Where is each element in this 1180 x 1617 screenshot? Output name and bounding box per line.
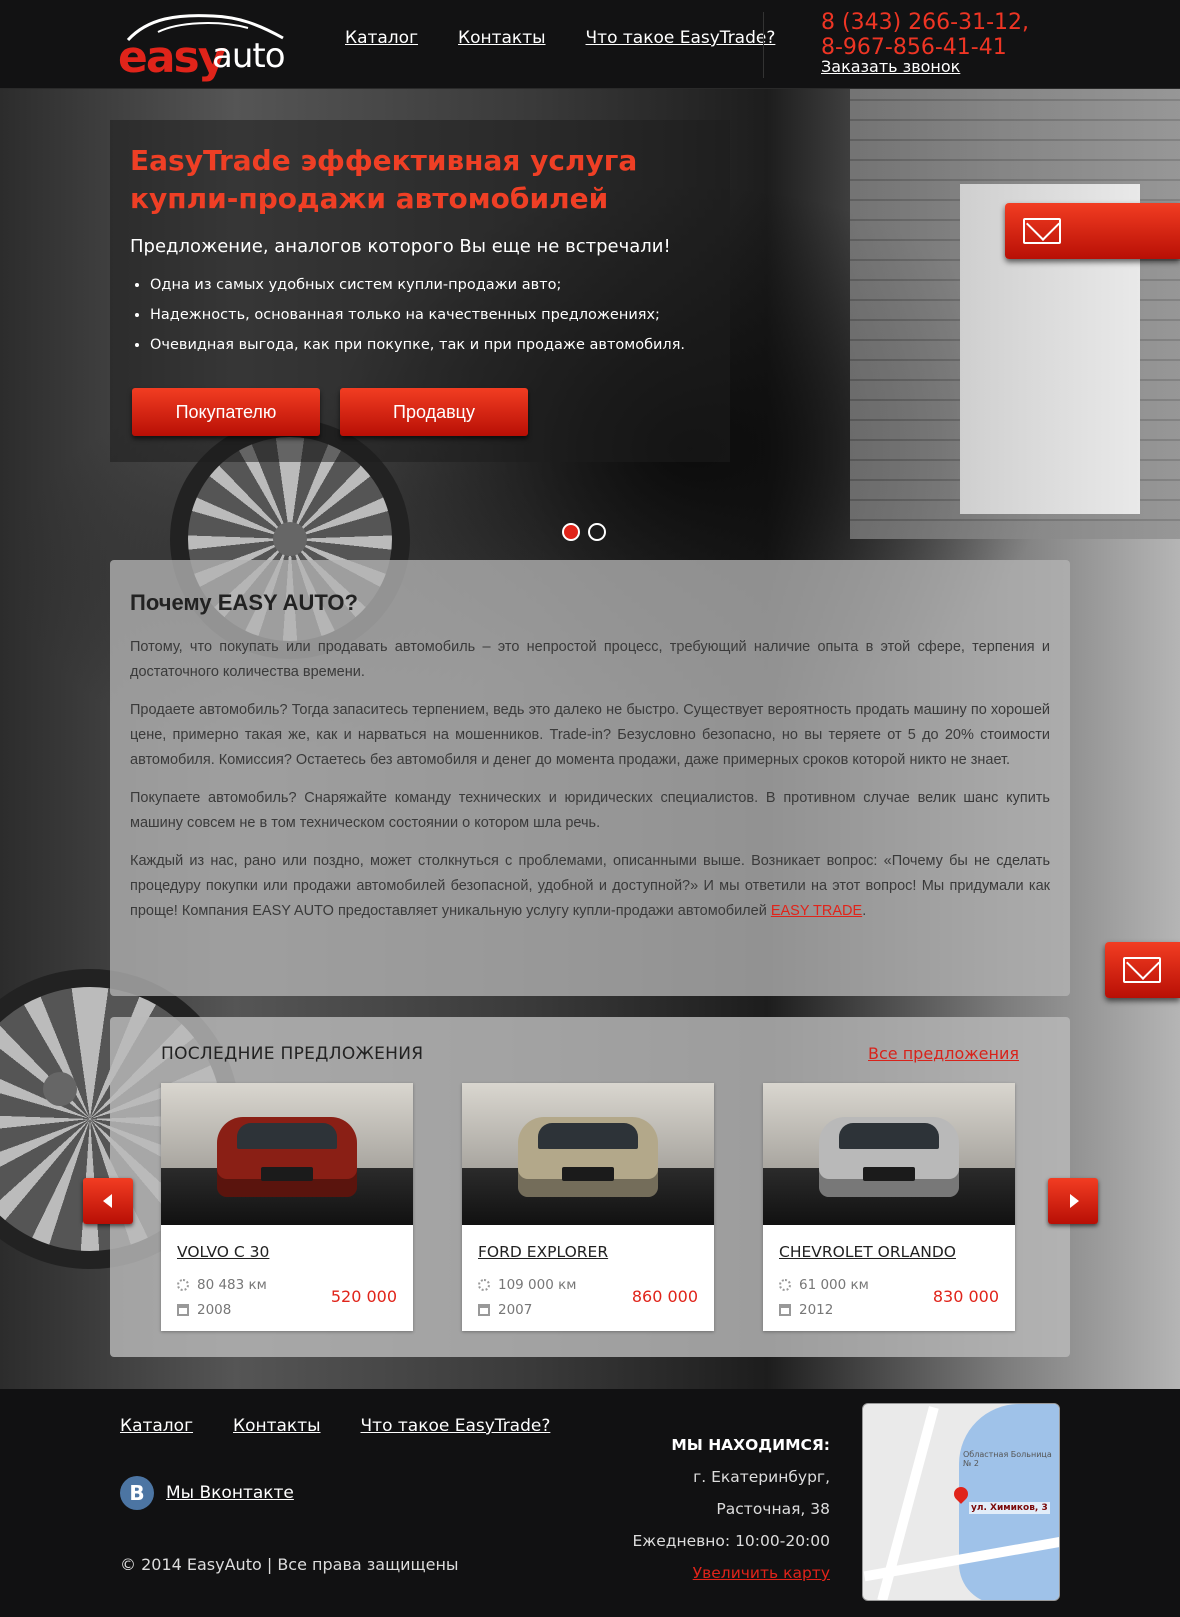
hero-bullets: Одна из самых удобных систем купли-прода…	[130, 275, 710, 355]
logo-auto: auto	[212, 36, 286, 76]
why-title: Почему EASY AUTO?	[130, 590, 358, 615]
footer-nav-catalog[interactable]: Каталог	[120, 1416, 193, 1436]
car-price: 520 000	[330, 1287, 397, 1306]
vk-icon[interactable]: В	[120, 1476, 154, 1510]
why-paragraph: Продаете автомобиль? Тогда запаситесь те…	[130, 702, 1050, 768]
car-mileage-value: 61 000 км	[799, 1277, 869, 1293]
car-name[interactable]: FORD EXPLORER	[478, 1243, 608, 1261]
footer-nav: Каталог Контакты Что такое EasyTrade?	[120, 1416, 550, 1436]
hero-bullet: Очевидная выгода, как при покупке, так и…	[150, 335, 710, 355]
enlarge-map-link[interactable]: Увеличить карту	[693, 1564, 830, 1582]
car-mileage: 80 483 км	[177, 1277, 267, 1293]
logo[interactable]: easy auto	[118, 10, 288, 83]
footer-nav-contacts[interactable]: Контакты	[233, 1416, 321, 1436]
why-paragraph-last: Каждый из нас, рано или поздно, может ст…	[130, 849, 1050, 924]
buyer-button[interactable]: Покупателю	[132, 388, 320, 436]
car-photo[interactable]	[161, 1083, 413, 1225]
logo-easy: easy	[118, 32, 226, 83]
car-grille	[562, 1167, 614, 1181]
callback-link[interactable]: Заказать звонок	[821, 57, 960, 76]
vk-link[interactable]: В Мы Вконтакте	[120, 1476, 294, 1510]
car-name[interactable]: VOLVO C 30	[177, 1243, 269, 1261]
speedometer-icon	[177, 1279, 189, 1291]
nav-easytrade[interactable]: Что такое EasyTrade?	[586, 28, 776, 48]
feedback-mail-tab[interactable]	[1005, 203, 1180, 259]
vk-link-label[interactable]: Мы Вконтакте	[166, 1483, 294, 1503]
slider-dot[interactable]	[588, 523, 606, 541]
car-photo[interactable]	[462, 1083, 714, 1225]
mail-icon	[1023, 218, 1061, 244]
hero-subtitle: Предложение, аналогов которого Вы еще не…	[130, 236, 671, 257]
car-price: 830 000	[932, 1287, 999, 1306]
phone-1: 8 (343) 266-31-12,	[821, 10, 1029, 35]
car-mileage: 109 000 км	[478, 1277, 576, 1293]
car-windshield	[839, 1123, 939, 1149]
mail-icon	[1123, 957, 1161, 983]
address-label: МЫ НАХОДИМСЯ:	[671, 1436, 830, 1454]
hero-title: EasyTrade эффективная услуга купли-прода…	[130, 144, 638, 215]
address-block: МЫ НАХОДИМСЯ: г. Екатеринбург, Расточная…	[632, 1429, 830, 1589]
address-line: Ежедневно: 10:00-20:00	[632, 1532, 830, 1550]
car-year-value: 2007	[498, 1302, 533, 1318]
car-price: 860 000	[631, 1287, 698, 1306]
map-place-label: Областная Больница № 2	[963, 1450, 1052, 1468]
carousel-next-button[interactable]	[1048, 1178, 1098, 1224]
why-paragraph-last-text: Каждый из нас, рано или поздно, может ст…	[130, 853, 1050, 919]
calendar-icon	[779, 1304, 791, 1316]
car-mileage: 61 000 км	[779, 1277, 869, 1293]
hero-bullet: Надежность, основанная только на качеств…	[150, 305, 710, 325]
car-card[interactable]: FORD EXPLORER 109 000 км 2007 860 000	[462, 1083, 714, 1331]
main-nav: Каталог Контакты Что такое EasyTrade?	[345, 28, 775, 48]
slider-dot[interactable]	[562, 523, 580, 541]
why-easyauto-section: Почему EASY AUTO? Потому, что покупать и…	[110, 560, 1070, 996]
nav-catalog[interactable]: Каталог	[345, 28, 418, 48]
latest-offers-section: ПОСЛЕДНИЕ ПРЕДЛОЖЕНИЯ Все предложения VO…	[110, 1017, 1070, 1357]
why-paragraph: Покупаете автомобиль? Снаряжайте команду…	[130, 790, 1050, 831]
speedometer-icon	[478, 1279, 490, 1291]
nav-contacts[interactable]: Контакты	[458, 28, 546, 48]
footer-nav-easytrade[interactable]: Что такое EasyTrade?	[361, 1416, 551, 1436]
slider-dots	[562, 523, 606, 541]
why-paragraph-end: .	[862, 903, 867, 919]
header-divider	[763, 12, 764, 78]
site-header: easy auto Каталог Контакты Что такое Eas…	[0, 0, 1180, 89]
carousel-prev-button[interactable]	[83, 1178, 133, 1224]
hero-bullet: Одна из самых удобных систем купли-прода…	[150, 275, 710, 295]
car-windshield	[237, 1123, 337, 1149]
car-card[interactable]: CHEVROLET ORLANDO 61 000 км 2012 830 000	[763, 1083, 1015, 1331]
phone-numbers: 8 (343) 266-31-12, 8-967-856-41-41	[821, 10, 1029, 60]
arrow-left-icon	[103, 1194, 112, 1208]
speedometer-icon	[779, 1279, 791, 1291]
location-map[interactable]: Областная Больница № 2 ул. Химиков, 3	[862, 1403, 1060, 1601]
car-mileage-value: 80 483 км	[197, 1277, 267, 1293]
car-year: 2007	[478, 1302, 532, 1318]
car-name[interactable]: CHEVROLET ORLANDO	[779, 1243, 956, 1261]
car-year: 2008	[177, 1302, 231, 1318]
calendar-icon	[478, 1304, 490, 1316]
car-year-value: 2012	[799, 1302, 834, 1318]
car-year: 2012	[779, 1302, 833, 1318]
offers-title: ПОСЛЕДНИЕ ПРЕДЛОЖЕНИЯ	[161, 1044, 424, 1064]
map-pin-label: ул. Химиков, 3	[969, 1502, 1050, 1514]
car-grille	[863, 1167, 915, 1181]
why-paragraph: Потому, что покупать или продавать автом…	[130, 639, 1050, 680]
seller-button[interactable]: Продавцу	[340, 388, 528, 436]
address-line: Расточная, 38	[716, 1500, 830, 1518]
all-offers-link[interactable]: Все предложения	[868, 1044, 1019, 1063]
easy-trade-link[interactable]: EASY TRADE	[771, 903, 862, 919]
car-card[interactable]: VOLVO C 30 80 483 км 2008 520 000	[161, 1083, 413, 1331]
copyright: © 2014 EasyAuto | Все права защищены	[120, 1555, 459, 1574]
site-footer: Каталог Контакты Что такое EasyTrade? В …	[0, 1389, 1180, 1617]
calendar-icon	[177, 1304, 189, 1316]
hero-buttons: Покупателю Продавцу	[132, 388, 528, 436]
address-line: г. Екатеринбург,	[693, 1468, 830, 1486]
car-photo[interactable]	[763, 1083, 1015, 1225]
feedback-mail-tab-sticky[interactable]	[1105, 942, 1180, 998]
arrow-right-icon	[1070, 1194, 1079, 1208]
car-mileage-value: 109 000 км	[498, 1277, 577, 1293]
car-windshield	[538, 1123, 638, 1149]
hero-panel: EasyTrade эффективная услуга купли-прода…	[110, 120, 730, 462]
car-grille	[261, 1167, 313, 1181]
car-year-value: 2008	[197, 1302, 232, 1318]
